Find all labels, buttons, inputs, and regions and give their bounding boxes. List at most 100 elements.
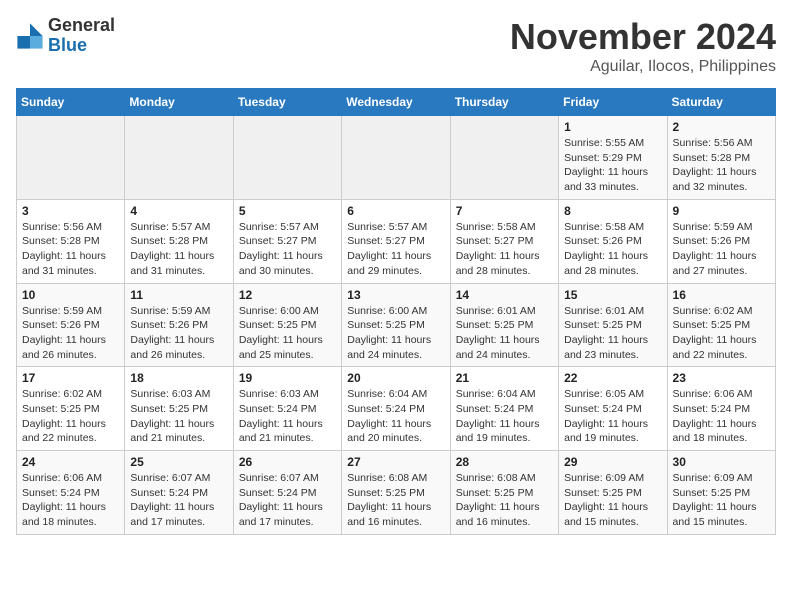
calendar-cell: 10 Sunrise: 5:59 AM Sunset: 5:26 PM Dayli…	[17, 283, 125, 367]
calendar-week-1: 1 Sunrise: 5:55 AM Sunset: 5:29 PM Daylig…	[17, 116, 776, 200]
weekday-header-friday: Friday	[559, 89, 667, 116]
day-number: 26	[239, 455, 336, 469]
calendar-cell: 19 Sunrise: 6:03 AM Sunset: 5:24 PM Dayli…	[233, 367, 341, 451]
calendar-header: SundayMondayTuesdayWednesdayThursdayFrid…	[17, 89, 776, 116]
day-number: 30	[673, 455, 770, 469]
day-info: Sunrise: 6:03 AM Sunset: 5:24 PM Dayligh…	[239, 387, 336, 446]
calendar-body: 1 Sunrise: 5:55 AM Sunset: 5:29 PM Daylig…	[17, 116, 776, 535]
title-block: November 2024 Aguilar, Ilocos, Philippin…	[510, 16, 776, 76]
calendar-cell	[125, 116, 233, 200]
day-info: Sunrise: 5:59 AM Sunset: 5:26 PM Dayligh…	[22, 304, 119, 363]
day-number: 28	[456, 455, 553, 469]
calendar-cell: 27 Sunrise: 6:08 AM Sunset: 5:25 PM Dayli…	[342, 451, 450, 535]
calendar-cell: 17 Sunrise: 6:02 AM Sunset: 5:25 PM Dayli…	[17, 367, 125, 451]
calendar-cell: 26 Sunrise: 6:07 AM Sunset: 5:24 PM Dayli…	[233, 451, 341, 535]
calendar-cell	[450, 116, 558, 200]
day-info: Sunrise: 6:09 AM Sunset: 5:25 PM Dayligh…	[564, 471, 661, 530]
calendar-cell: 23 Sunrise: 6:06 AM Sunset: 5:24 PM Dayli…	[667, 367, 775, 451]
weekday-header-thursday: Thursday	[450, 89, 558, 116]
calendar-cell: 11 Sunrise: 5:59 AM Sunset: 5:26 PM Dayli…	[125, 283, 233, 367]
day-number: 27	[347, 455, 444, 469]
calendar-cell: 13 Sunrise: 6:00 AM Sunset: 5:25 PM Dayli…	[342, 283, 450, 367]
day-number: 24	[22, 455, 119, 469]
day-info: Sunrise: 6:08 AM Sunset: 5:25 PM Dayligh…	[347, 471, 444, 530]
calendar-cell	[342, 116, 450, 200]
day-number: 23	[673, 371, 770, 385]
calendar-cell: 15Sunrise: 6:01 AM Sunset: 5:25 PM Dayli…	[559, 283, 667, 367]
day-number: 22	[564, 371, 661, 385]
day-info: Sunrise: 5:56 AM Sunset: 5:28 PM Dayligh…	[673, 136, 770, 195]
calendar-cell: 22Sunrise: 6:05 AM Sunset: 5:24 PM Dayli…	[559, 367, 667, 451]
day-number: 19	[239, 371, 336, 385]
logo-blue: Blue	[48, 36, 115, 56]
day-number: 15	[564, 288, 661, 302]
day-number: 29	[564, 455, 661, 469]
day-number: 4	[130, 204, 227, 218]
day-info: Sunrise: 6:01 AM Sunset: 5:25 PM Dayligh…	[456, 304, 553, 363]
day-number: 25	[130, 455, 227, 469]
calendar-cell: 30 Sunrise: 6:09 AM Sunset: 5:25 PM Dayli…	[667, 451, 775, 535]
day-info: Sunrise: 5:58 AM Sunset: 5:27 PM Dayligh…	[456, 220, 553, 279]
day-info: Sunrise: 6:08 AM Sunset: 5:25 PM Dayligh…	[456, 471, 553, 530]
day-number: 2	[673, 120, 770, 134]
calendar-cell: 12 Sunrise: 6:00 AM Sunset: 5:25 PM Dayli…	[233, 283, 341, 367]
day-info: Sunrise: 6:07 AM Sunset: 5:24 PM Dayligh…	[130, 471, 227, 530]
page-header: General Blue November 2024 Aguilar, Iloc…	[16, 16, 776, 76]
day-info: Sunrise: 5:57 AM Sunset: 5:27 PM Dayligh…	[347, 220, 444, 279]
weekday-header-wednesday: Wednesday	[342, 89, 450, 116]
calendar-cell: 18Sunrise: 6:03 AM Sunset: 5:25 PM Dayli…	[125, 367, 233, 451]
day-number: 8	[564, 204, 661, 218]
calendar-cell: 28 Sunrise: 6:08 AM Sunset: 5:25 PM Dayli…	[450, 451, 558, 535]
day-info: Sunrise: 5:55 AM Sunset: 5:29 PM Dayligh…	[564, 136, 661, 195]
day-info: Sunrise: 6:00 AM Sunset: 5:25 PM Dayligh…	[347, 304, 444, 363]
location: Aguilar, Ilocos, Philippines	[510, 58, 776, 76]
day-info: Sunrise: 5:58 AM Sunset: 5:26 PM Dayligh…	[564, 220, 661, 279]
month-title: November 2024	[510, 16, 776, 58]
day-info: Sunrise: 5:57 AM Sunset: 5:27 PM Dayligh…	[239, 220, 336, 279]
calendar-week-5: 24 Sunrise: 6:06 AM Sunset: 5:24 PM Dayli…	[17, 451, 776, 535]
calendar-cell: 29 Sunrise: 6:09 AM Sunset: 5:25 PM Dayli…	[559, 451, 667, 535]
calendar-table: SundayMondayTuesdayWednesdayThursdayFrid…	[16, 88, 776, 535]
day-info: Sunrise: 6:02 AM Sunset: 5:25 PM Dayligh…	[22, 387, 119, 446]
logo-icon	[16, 22, 44, 50]
day-info: Sunrise: 5:59 AM Sunset: 5:26 PM Dayligh…	[673, 220, 770, 279]
day-number: 11	[130, 288, 227, 302]
calendar-cell	[17, 116, 125, 200]
day-number: 21	[456, 371, 553, 385]
weekday-row: SundayMondayTuesdayWednesdayThursdayFrid…	[17, 89, 776, 116]
day-number: 7	[456, 204, 553, 218]
logo-general: General	[48, 16, 115, 36]
logo: General Blue	[16, 16, 115, 56]
weekday-header-sunday: Sunday	[17, 89, 125, 116]
day-info: Sunrise: 6:00 AM Sunset: 5:25 PM Dayligh…	[239, 304, 336, 363]
calendar-cell: 9Sunrise: 5:59 AM Sunset: 5:26 PM Daylig…	[667, 199, 775, 283]
day-info: Sunrise: 5:56 AM Sunset: 5:28 PM Dayligh…	[22, 220, 119, 279]
day-number: 17	[22, 371, 119, 385]
day-number: 5	[239, 204, 336, 218]
calendar-week-4: 17 Sunrise: 6:02 AM Sunset: 5:25 PM Dayli…	[17, 367, 776, 451]
day-info: Sunrise: 6:02 AM Sunset: 5:25 PM Dayligh…	[673, 304, 770, 363]
day-number: 3	[22, 204, 119, 218]
day-number: 16	[673, 288, 770, 302]
day-number: 14	[456, 288, 553, 302]
day-number: 12	[239, 288, 336, 302]
calendar-cell: 4Sunrise: 5:57 AM Sunset: 5:28 PM Daylig…	[125, 199, 233, 283]
day-number: 1	[564, 120, 661, 134]
day-info: Sunrise: 6:06 AM Sunset: 5:24 PM Dayligh…	[673, 387, 770, 446]
day-number: 10	[22, 288, 119, 302]
weekday-header-monday: Monday	[125, 89, 233, 116]
calendar-cell: 1 Sunrise: 5:55 AM Sunset: 5:29 PM Daylig…	[559, 116, 667, 200]
calendar-cell	[233, 116, 341, 200]
calendar-cell: 2 Sunrise: 5:56 AM Sunset: 5:28 PM Daylig…	[667, 116, 775, 200]
day-number: 13	[347, 288, 444, 302]
day-info: Sunrise: 6:06 AM Sunset: 5:24 PM Dayligh…	[22, 471, 119, 530]
calendar-cell: 16 Sunrise: 6:02 AM Sunset: 5:25 PM Dayli…	[667, 283, 775, 367]
calendar-cell: 8 Sunrise: 5:58 AM Sunset: 5:26 PM Daylig…	[559, 199, 667, 283]
calendar-cell: 20Sunrise: 6:04 AM Sunset: 5:24 PM Dayli…	[342, 367, 450, 451]
day-info: Sunrise: 6:07 AM Sunset: 5:24 PM Dayligh…	[239, 471, 336, 530]
day-number: 6	[347, 204, 444, 218]
day-info: Sunrise: 6:09 AM Sunset: 5:25 PM Dayligh…	[673, 471, 770, 530]
day-info: Sunrise: 6:03 AM Sunset: 5:25 PM Dayligh…	[130, 387, 227, 446]
day-info: Sunrise: 6:04 AM Sunset: 5:24 PM Dayligh…	[456, 387, 553, 446]
day-info: Sunrise: 5:59 AM Sunset: 5:26 PM Dayligh…	[130, 304, 227, 363]
